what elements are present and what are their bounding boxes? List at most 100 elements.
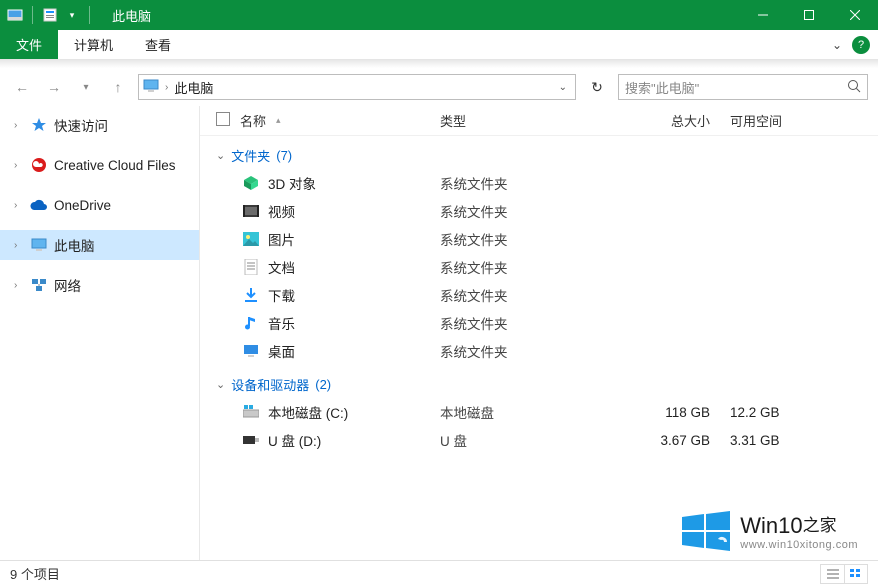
network-icon [30,276,48,294]
group-header[interactable]: ⌄ 设备和驱动器 (2) [216,375,878,394]
folder-row[interactable]: 桌面 系统文件夹 [200,337,878,365]
status-bar: 9 个项目 [0,560,878,586]
properties-icon[interactable] [41,6,59,24]
window-controls [740,0,878,30]
item-name: 文档 [268,257,440,277]
sidebar-item-quickaccess[interactable]: › 快速访问 [0,110,199,140]
documents-icon [240,258,262,276]
item-name: 视频 [268,201,440,221]
pc-icon [143,79,159,95]
status-item-count: 9 个项目 [10,564,60,583]
sidebar-item-thispc[interactable]: › 此电脑 [0,230,199,260]
sidebar-item-network[interactable]: › 网络 [0,270,199,300]
local-disk-icon [240,403,262,421]
ribbon: 文件 计算机 查看 ⌄ ? [0,30,878,60]
folder-row[interactable]: 3D 对象 系统文件夹 [200,169,878,197]
chevron-right-icon[interactable]: › [14,120,24,131]
item-name: 下载 [268,285,440,305]
column-totalsize[interactable]: 总大小 [630,111,730,130]
close-button[interactable] [832,0,878,30]
maximize-button[interactable] [786,0,832,30]
folder-row[interactable]: 图片 系统文件夹 [200,225,878,253]
drive-row[interactable]: 本地磁盘 (C:) 本地磁盘 118 GB 12.2 GB [200,398,878,426]
icons-view-button[interactable] [844,564,868,584]
item-size: 118 GB [630,405,730,420]
item-free: 12.2 GB [730,405,830,420]
item-type: 系统文件夹 [440,285,630,305]
column-freespace[interactable]: 可用空间 [730,111,830,130]
details-view-button[interactable] [820,564,844,584]
content-pane: 名称▴ 类型 总大小 可用空间 ⌄ 文件夹 (7) 3D 对象 系统文件夹 视频… [200,106,878,560]
downloads-icon [240,286,262,304]
win10-logo-icon [682,511,730,551]
chevron-down-icon: ⌄ [216,149,225,162]
pc-icon [30,236,48,254]
group-folders: ⌄ 文件夹 (7) [200,136,878,169]
select-all-checkbox[interactable] [216,112,230,126]
item-type: 系统文件夹 [440,201,630,221]
item-name: U 盘 (D:) [268,430,440,450]
item-type: U 盘 [440,430,630,450]
file-tab[interactable]: 文件 [0,30,58,59]
sort-asc-icon: ▴ [276,115,281,126]
item-type: 本地磁盘 [440,402,630,422]
item-type: 系统文件夹 [440,341,630,361]
ribbon-collapse-icon[interactable]: ⌄ [832,38,842,52]
computer-tab[interactable]: 计算机 [58,30,129,59]
watermark-brand: Win10之家 [740,511,858,539]
item-type: 系统文件夹 [440,229,630,249]
chevron-right-icon[interactable]: › [14,200,24,211]
folder-row[interactable]: 视频 系统文件夹 [200,197,878,225]
sidebar-item-onedrive[interactable]: › OneDrive [0,190,199,220]
titlebar: ▾ 此电脑 [0,0,878,30]
column-name[interactable]: 名称▴ [240,111,440,130]
address-dropdown-icon[interactable]: ⌄ [555,82,571,93]
search-icon[interactable] [847,79,861,96]
item-type: 系统文件夹 [440,313,630,333]
minimize-button[interactable] [740,0,786,30]
recent-locations-button[interactable]: ▾ [74,75,98,99]
chevron-right-icon[interactable]: › [14,240,24,251]
forward-button[interactable]: → [42,75,66,99]
window-title: 此电脑 [112,6,740,25]
item-free: 3.31 GB [730,433,830,448]
up-button[interactable]: ↑ [106,75,130,99]
address-bar[interactable]: › 此电脑 ⌄ [138,74,576,100]
usb-drive-icon [240,431,262,449]
sidebar-item-label: 网络 [54,275,81,295]
address-text: 此电脑 [174,78,548,97]
item-name: 3D 对象 [268,173,440,193]
music-icon [240,314,262,332]
back-button[interactable]: ← [10,75,34,99]
folder-row[interactable]: 文档 系统文件夹 [200,253,878,281]
search-box[interactable]: 搜索"此电脑" [618,74,868,100]
item-type: 系统文件夹 [440,257,630,277]
star-icon [30,116,48,134]
refresh-button[interactable]: ↻ [584,74,610,100]
desktop-icon [240,342,262,360]
chevron-right-icon[interactable]: › [14,160,24,171]
item-name: 图片 [268,229,440,249]
folder-row[interactable]: 音乐 系统文件夹 [200,309,878,337]
help-icon[interactable]: ? [852,36,870,54]
onedrive-icon [30,196,48,214]
folder-row[interactable]: 下载 系统文件夹 [200,281,878,309]
group-header[interactable]: ⌄ 文件夹 (7) [216,146,878,165]
chevron-down-icon: ⌄ [216,378,225,391]
sidebar-item-label: 快速访问 [54,115,108,135]
drive-row[interactable]: U 盘 (D:) U 盘 3.67 GB 3.31 GB [200,426,878,454]
nav-row: ← → ▾ ↑ › 此电脑 ⌄ ↻ 搜索"此电脑" [0,68,878,106]
watermark: Win10之家 www.win10xitong.com [682,511,858,551]
sidebar-item-creativecloud[interactable]: › Creative Cloud Files [0,150,199,180]
column-type[interactable]: 类型 [440,111,630,130]
chevron-right-icon[interactable]: › [14,280,24,291]
sidebar-item-label: 此电脑 [54,235,95,255]
sidebar-item-label: Creative Cloud Files [54,158,176,173]
qat-dropdown-icon[interactable]: ▾ [63,6,81,24]
item-name: 本地磁盘 (C:) [268,402,440,422]
group-drives: ⌄ 设备和驱动器 (2) [200,365,878,398]
view-tab[interactable]: 查看 [129,30,187,59]
sidebar-item-label: OneDrive [54,198,111,213]
item-name: 音乐 [268,313,440,333]
item-type: 系统文件夹 [440,173,630,193]
